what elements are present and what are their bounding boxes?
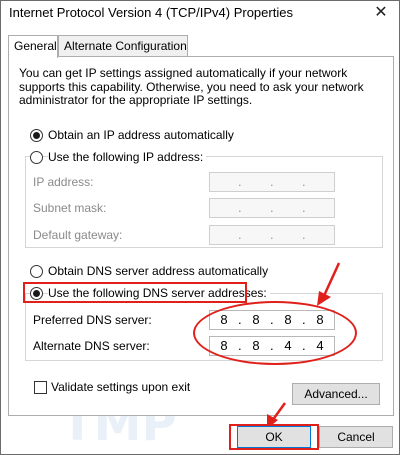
use-following-ip-label[interactable]: Use the following IP address: xyxy=(48,150,207,164)
radio-obtain-ip-auto[interactable] xyxy=(30,129,43,142)
annotation-highlight-dns-option xyxy=(23,282,247,303)
validate-settings-label[interactable]: Validate settings upon exit xyxy=(51,380,190,394)
ip-address-field: . . . xyxy=(209,172,335,192)
ipv4-properties-dialog: T TMP Internet Protocol Version 4 (TCP/I… xyxy=(0,0,400,455)
close-icon[interactable]: ✕ xyxy=(371,3,391,23)
window-title: Internet Protocol Version 4 (TCP/IPv4) P… xyxy=(9,5,293,20)
default-gateway-label: Default gateway: xyxy=(33,228,123,242)
subnet-mask-label: Subnet mask: xyxy=(33,201,107,215)
obtain-dns-auto-label[interactable]: Obtain DNS server address automatically xyxy=(48,264,268,278)
preferred-dns-label: Preferred DNS server: xyxy=(33,313,152,327)
tab-alternate-configuration[interactable]: Alternate Configuration xyxy=(58,35,188,57)
title-bar: Internet Protocol Version 4 (TCP/IPv4) P… xyxy=(1,1,399,27)
description-text: You can get IP settings assigned automat… xyxy=(19,66,364,107)
ip-address-label: IP address: xyxy=(33,175,94,189)
default-gateway-field: . . . xyxy=(209,225,335,245)
radio-obtain-dns-auto[interactable] xyxy=(30,265,43,278)
advanced-button[interactable]: Advanced... xyxy=(292,383,380,405)
tab-general[interactable]: General xyxy=(8,35,58,58)
subnet-mask-field: . . . xyxy=(209,198,335,218)
radio-use-following-ip[interactable] xyxy=(30,151,43,164)
annotation-ellipse-dns-values xyxy=(193,301,357,365)
validate-settings-checkbox[interactable] xyxy=(34,381,47,394)
alternate-dns-label: Alternate DNS server: xyxy=(33,339,150,353)
annotation-highlight-ok-button xyxy=(229,424,319,450)
obtain-ip-auto-label[interactable]: Obtain an IP address automatically xyxy=(48,128,234,142)
cancel-button[interactable]: Cancel xyxy=(319,426,393,448)
